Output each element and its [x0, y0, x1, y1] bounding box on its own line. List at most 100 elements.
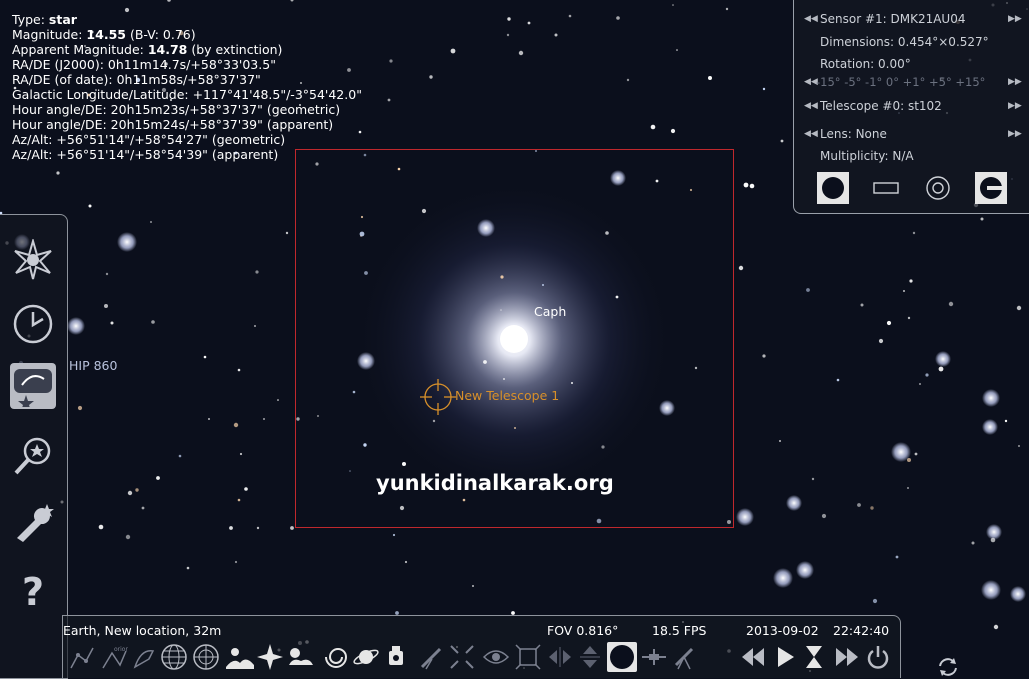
faint-star [909, 279, 913, 283]
nebulas-button[interactable] [321, 642, 351, 672]
telescope-next-icon[interactable]: ▶▶ [1008, 101, 1022, 111]
left-toolbar: ? [0, 214, 68, 679]
telescope-prev-icon[interactable]: ◀◀ [804, 101, 818, 111]
search-window-button[interactable] [10, 433, 56, 479]
flip-vertical-button[interactable] [575, 642, 605, 672]
night-mode-button[interactable] [481, 642, 511, 672]
azimuthal-grid-button[interactable] [191, 642, 221, 672]
faint-star [907, 316, 911, 320]
refresh-icon[interactable] [936, 656, 960, 677]
sensor-frame-button[interactable] [870, 172, 902, 204]
faint-star [780, 139, 784, 143]
equatorial-grid-button[interactable] [159, 642, 189, 672]
faint-star [1004, 419, 1008, 423]
current-time-button[interactable] [799, 642, 829, 672]
date-time-window-button[interactable] [10, 301, 56, 347]
location-window-button[interactable] [10, 237, 56, 283]
oculars-button[interactable] [607, 642, 637, 672]
rotation-scale[interactable]: -15° -5° -1° 0° +1° +5° +15° [816, 75, 985, 89]
center-on-selected-icon [450, 645, 474, 669]
faint-star [237, 498, 241, 502]
bright-star[interactable] [67, 317, 85, 335]
lens-prev-icon[interactable]: ◀◀ [804, 129, 818, 139]
faint-star [98, 524, 104, 530]
satellites-button[interactable] [381, 642, 411, 672]
faint-star [886, 320, 892, 326]
sensor-next-icon[interactable]: ▶▶ [1008, 14, 1022, 24]
faint-star [178, 454, 182, 458]
apparent-mag-value: 14.78 [147, 42, 188, 57]
azimuthal-grid-icon [193, 644, 219, 670]
faint-star [554, 33, 558, 37]
configuration-window-button[interactable] [10, 499, 56, 545]
hourglass-icon [806, 646, 822, 668]
faint-star [56, 171, 60, 175]
ocular-view-button[interactable] [975, 172, 1007, 204]
telescope-control-button[interactable] [669, 642, 699, 672]
faint-star [806, 288, 810, 292]
flip-horizontal-button[interactable] [545, 642, 575, 672]
planets-labels-button[interactable] [351, 642, 381, 672]
ccd-toggle-button[interactable] [817, 172, 849, 204]
constellation-art-button[interactable] [129, 642, 159, 672]
play-icon [778, 647, 794, 667]
equatorial-mount-button[interactable] [417, 642, 447, 672]
quit-button[interactable] [863, 642, 893, 672]
real-time-speed-button[interactable] [769, 642, 799, 672]
azalt-apparent: Az/Alt: +56°51'14"/+58°54'39" (apparent) [12, 147, 279, 162]
planet-icon [353, 649, 379, 665]
flip-vertical-icon [580, 646, 600, 668]
lens-next-icon[interactable]: ▶▶ [1008, 129, 1022, 139]
rotate-right-icon[interactable]: ▶▶ [1008, 77, 1022, 87]
bright-star[interactable] [117, 232, 137, 252]
multiplicity-label: Multiplicity: N/A [820, 149, 914, 163]
bright-star[interactable] [796, 561, 814, 579]
decrease-time-speed-button[interactable] [739, 642, 769, 672]
faint-star [708, 76, 712, 80]
faint-star [125, 534, 131, 540]
rotation-label: Rotation: 0.00° [820, 57, 911, 71]
magnitude-value: 14.55 [86, 27, 126, 42]
bright-star[interactable] [773, 568, 793, 588]
bright-star[interactable] [982, 419, 998, 435]
atmosphere-button[interactable] [285, 642, 315, 672]
sensor-prev-icon[interactable]: ◀◀ [804, 14, 818, 24]
fullscreen-button[interactable] [513, 642, 543, 672]
bright-star[interactable] [1010, 586, 1026, 602]
telescope-label: Telescope #0: st102 [820, 99, 942, 113]
bright-star[interactable] [935, 351, 951, 367]
faint-star [725, 7, 729, 11]
faint-star [203, 355, 207, 359]
help-window-button[interactable]: ? [10, 567, 56, 613]
faint-star [948, 301, 954, 307]
caph-label[interactable]: Caph [534, 304, 566, 319]
time-status: 22:42:40 [833, 623, 890, 638]
faint-star [672, 4, 674, 6]
fullscreen-icon [515, 644, 541, 670]
faint-star [872, 598, 878, 604]
cardinal-points-button[interactable] [255, 642, 285, 672]
faint-star [404, 560, 408, 564]
ground-button[interactable] [225, 642, 255, 672]
sky-view-options-button[interactable] [10, 363, 56, 409]
bright-star[interactable] [986, 524, 1002, 540]
bright-star[interactable] [786, 495, 802, 511]
faint-star [429, 75, 433, 79]
faint-star [895, 555, 899, 559]
telrad-toolbar-button[interactable] [639, 642, 669, 672]
constellation-labels-button[interactable]: orion [99, 642, 129, 672]
center-selected-button[interactable] [447, 642, 477, 672]
increase-time-speed-button[interactable] [831, 642, 861, 672]
constellation-lines-button[interactable] [67, 642, 97, 672]
telrad-button[interactable] [922, 172, 954, 204]
hip-860-label[interactable]: HIP 860 [69, 358, 117, 373]
ra-dec-j2000: RA/DE (J2000): 0h11m14.7s/+58°33'03.5" [12, 57, 276, 72]
bright-star[interactable] [982, 389, 1000, 407]
faint-star [233, 422, 239, 428]
faint-star [88, 204, 92, 208]
fov-status: FOV 0.816° [547, 623, 619, 638]
bright-star[interactable] [736, 508, 754, 526]
faint-star [239, 452, 243, 456]
bright-star[interactable] [981, 580, 1001, 600]
faint-star [990, 537, 996, 543]
